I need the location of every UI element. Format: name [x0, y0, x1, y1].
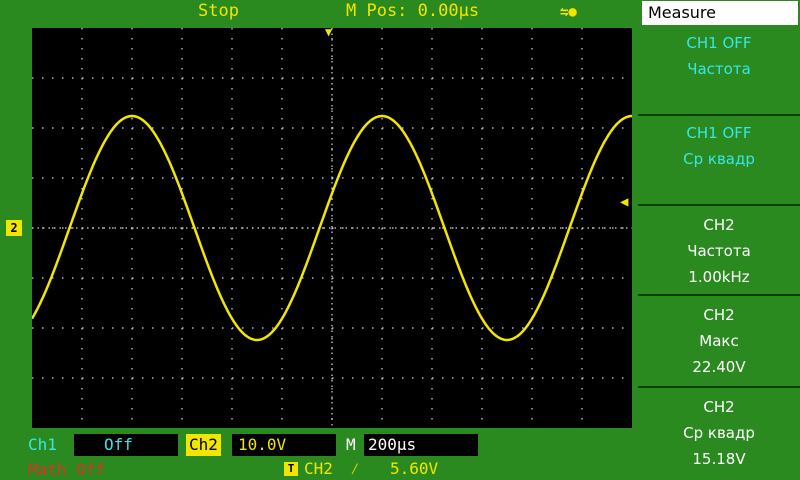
- measure-slot-2[interactable]: CH1 OFF Ср квадр: [638, 120, 800, 172]
- measure-slot-4[interactable]: CH2 Макс 22.40V: [638, 302, 800, 380]
- slot-type: Макс: [699, 332, 739, 350]
- slot-source: CH1 OFF: [686, 34, 752, 52]
- measure-slot-3[interactable]: CH2 Частота 1.00kHz: [638, 212, 800, 290]
- menu-divider: [638, 114, 800, 116]
- slot-type: Ср квадр: [683, 424, 755, 442]
- slot-value: 15.18V: [692, 450, 746, 468]
- status-bar: Stop M Pos: 0.00µs ⇋●: [0, 0, 636, 26]
- ch2-scale[interactable]: 10.0V: [232, 434, 336, 456]
- ch1-label[interactable]: Ch1: [28, 435, 57, 454]
- slot-type: Ср квадр: [683, 150, 755, 168]
- graticule-and-trace: [32, 28, 632, 428]
- ch2-ground-marker: 2: [6, 220, 22, 236]
- slot-source: CH2: [703, 398, 735, 416]
- slot-source: CH2: [703, 306, 735, 324]
- measure-slot-1[interactable]: CH1 OFF Частота: [638, 30, 800, 82]
- timebase-label: M: [346, 435, 356, 454]
- waveform-display: [32, 28, 632, 428]
- ch2-label[interactable]: Ch2: [186, 434, 221, 456]
- menu-title: Measure: [642, 1, 798, 25]
- trigger-slope-icon: ⁄: [350, 459, 360, 478]
- usb-icon: ⇋●: [560, 4, 577, 20]
- menu-divider: [638, 386, 800, 388]
- trigger-level-value[interactable]: 5.60V: [390, 459, 438, 478]
- math-status[interactable]: Math Off: [28, 460, 105, 479]
- trigger-level-icon: ◀: [620, 194, 629, 210]
- slot-type: Частота: [687, 60, 751, 78]
- slot-source: CH2: [703, 216, 735, 234]
- trigger-position-icon: ▼: [325, 25, 333, 39]
- menu-divider: [638, 204, 800, 206]
- main-position-readout: M Pos: 0.00µs: [346, 1, 480, 21]
- run-status: Stop: [198, 1, 239, 21]
- menu-divider: [638, 294, 800, 296]
- slot-source: CH1 OFF: [686, 124, 752, 142]
- slot-value: 22.40V: [692, 358, 746, 376]
- graticule: [32, 28, 632, 428]
- slot-type: Частота: [687, 242, 751, 260]
- ch1-scale[interactable]: Off: [74, 434, 178, 456]
- channel-info-bar: Ch1 Off Ch2 10.0V M 200µs Math Off T CH2…: [0, 430, 640, 480]
- timebase-scale[interactable]: 200µs: [364, 434, 478, 456]
- trigger-badge: T: [284, 462, 298, 476]
- trigger-source[interactable]: CH2: [304, 459, 333, 478]
- measure-menu: Measure CH1 OFF Частота CH1 OFF Ср квадр…: [638, 0, 800, 480]
- slot-value: 1.00kHz: [688, 268, 750, 286]
- measure-slot-5[interactable]: CH2 Ср квадр 15.18V: [638, 394, 800, 472]
